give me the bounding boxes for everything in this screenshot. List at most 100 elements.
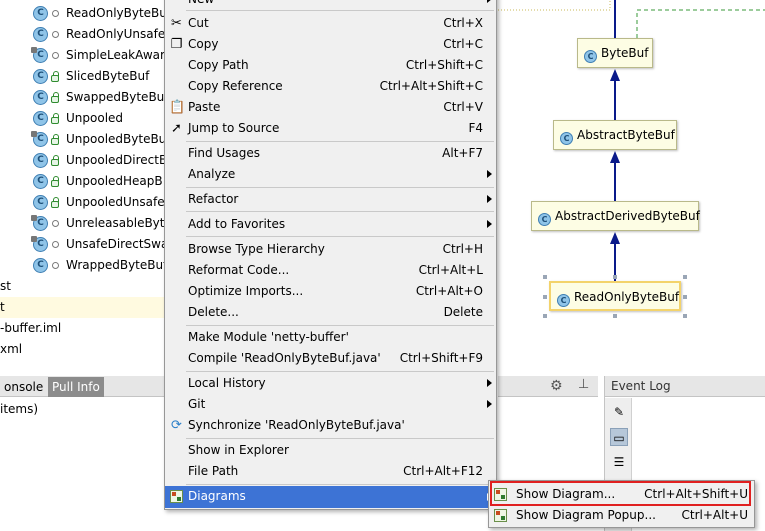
gear-icon[interactable]: ⚙ [550,378,563,394]
tree-item[interactable]: C WrappedByteBuf [0,255,170,276]
menu-item-label: File Path [188,464,239,478]
menu-item-show-diagram-popup[interactable]: Show Diagram Popup... Ctrl+Alt+U [489,505,754,526]
menu-item-copy-reference[interactable]: Copy Reference Ctrl+Alt+Shift+C [165,76,496,97]
public-visibility-icon [51,71,59,82]
diagram-node-abstractbytebuf[interactable]: C AbstractByteBuf [553,120,677,150]
settings-wrench-icon[interactable]: ✎ [610,403,628,421]
package-visibility-icon [52,220,59,227]
diagram-node-readonlybytebuf[interactable]: C ReadOnlyByteBuf [549,281,681,311]
selection-handle[interactable] [683,314,687,318]
tree-item-label: UnpooledUnsafe [66,195,165,209]
selection-handle[interactable] [683,295,687,299]
tree-item[interactable]: xml [0,339,170,360]
class-icon: C [538,213,551,226]
menu-item-copy-path[interactable]: Copy Path Ctrl+Shift+C [165,55,496,76]
package-visibility-icon [52,52,59,59]
package-visibility-icon [52,31,59,38]
tree-item[interactable]: -buffer.iml [0,318,170,339]
menu-item-new[interactable]: New [165,0,496,10]
menu-item-local-history[interactable]: Local History [165,373,496,394]
menu-item-shortcut: F4 [468,121,483,135]
menu-separator [186,484,494,485]
tree-item-label: SwappedByteBuf [66,90,169,104]
submenu-arrow-icon [487,195,492,203]
class-icon: C [584,50,597,63]
tree-item[interactable]: C UnreleasableByte [0,213,170,234]
tool-window-header: ⚙ ⊥ [498,376,598,397]
inheritance-arrow [610,69,620,81]
menu-item-make-module[interactable]: Make Module 'netty-buffer' [165,327,496,348]
tree-item[interactable]: C SwappedByteBuf [0,87,170,108]
list-icon[interactable]: ☰ [610,453,628,471]
selection-handle[interactable] [683,275,687,279]
node-label: ReadOnlyByteBuf [574,290,680,304]
menu-item-label: Browse Type Hierarchy [188,242,325,256]
selection-handle[interactable] [543,295,547,299]
menu-item-shortcut: Alt+F7 [442,146,483,160]
menu-item-label: Cut [188,16,209,30]
balloon-icon[interactable]: ▭ [610,428,628,446]
tree-item[interactable]: C ReadOnlyUnsafe [0,24,170,45]
menu-item-jump-to-source[interactable]: ➚ Jump to Source F4 [165,118,496,139]
tree-item[interactable]: C UnpooledHeapB [0,171,170,192]
tree-item[interactable]: C SimpleLeakAware [0,45,170,66]
menu-item-show-in-explorer[interactable]: Show in Explorer [165,440,496,461]
diagram-node-abstractderivedbytebuf[interactable]: C AbstractDerivedByteBuf [531,201,700,231]
menu-item-paste[interactable]: 📋 Paste Ctrl+V [165,97,496,118]
menu-item-reformat-code[interactable]: Reformat Code... Ctrl+Alt+L [165,260,496,281]
tree-item[interactable]: C UnsafeDirectSwa [0,234,170,255]
selection-handle[interactable] [613,314,617,318]
menu-item-find-usages[interactable]: Find Usages Alt+F7 [165,143,496,164]
tree-item[interactable]: C UnpooledByteBu [0,129,170,150]
menu-item-synchronize[interactable]: ⟳ Synchronize 'ReadOnlyByteBuf.java' [165,415,496,436]
diagram-icon [169,490,184,505]
selection-handle[interactable] [543,275,547,279]
menu-item-label: New [188,0,214,10]
menu-item-refactor[interactable]: Refactor [165,189,496,210]
tree-item-label: UnpooledDirectB [66,153,168,167]
tree-item[interactable]: C Unpooled [0,108,170,129]
items-count-text: items) [0,402,39,416]
menu-item-diagrams[interactable]: Diagrams [165,486,496,508]
class-icon: C [31,236,48,252]
menu-item-file-path[interactable]: File Path Ctrl+Alt+F12 [165,461,496,482]
menu-item-compile[interactable]: Compile 'ReadOnlyByteBuf.java' Ctrl+Shif… [165,348,496,369]
event-log-title: Event Log [611,379,671,393]
menu-item-browse-type-hierarchy[interactable]: Browse Type Hierarchy Ctrl+H [165,239,496,260]
diagram-node-bytebuf[interactable]: C ByteBuf [577,38,653,68]
tab-console[interactable]: onsole [0,377,47,397]
tab-pull-info[interactable]: Pull Info [48,377,104,397]
package-visibility-icon [52,10,59,17]
menu-item-analyze[interactable]: Analyze [165,164,496,185]
class-icon: C [33,6,48,21]
menu-item-add-to-favorites[interactable]: Add to Favorites [165,214,496,235]
hide-panel-icon[interactable]: ⊥ [578,377,589,392]
menu-item-label: Add to Favorites [188,217,286,231]
class-icon: C [33,90,48,105]
menu-item-label: Copy Path [188,58,249,72]
menu-item-label: Local History [188,376,266,390]
menu-item-cut[interactable]: ✂ Cut Ctrl+X [165,13,496,34]
selection-handle[interactable] [543,314,547,318]
menu-item-git[interactable]: Git [165,394,496,415]
menu-separator [186,187,494,188]
tree-item[interactable]: C UnpooledDirectB [0,150,170,171]
tree-item-label: SimpleLeakAware [66,48,170,62]
package-visibility-icon [52,262,59,269]
menu-item-optimize-imports[interactable]: Optimize Imports... Ctrl+Alt+O [165,281,496,302]
jump-icon: ➚ [171,121,182,136]
menu-separator [186,236,494,237]
tree-item[interactable]: t [0,297,170,318]
menu-item-shortcut: Ctrl+C [443,37,483,51]
inheritance-arrow [610,151,620,163]
menu-item-copy[interactable]: ❐ Copy Ctrl+C [165,34,496,55]
menu-separator [186,438,494,439]
diagram-connectors [498,0,765,38]
tree-item[interactable]: C UnpooledUnsafe [0,192,170,213]
menu-item-label: Make Module 'netty-buffer' [188,330,349,344]
tree-item[interactable]: st [0,276,170,297]
selection-handle[interactable] [613,275,617,279]
tree-item[interactable]: C ReadOnlyByteBuf [0,3,170,24]
menu-item-delete[interactable]: Delete... Delete [165,302,496,323]
tree-item[interactable]: C SlicedByteBuf [0,66,170,87]
